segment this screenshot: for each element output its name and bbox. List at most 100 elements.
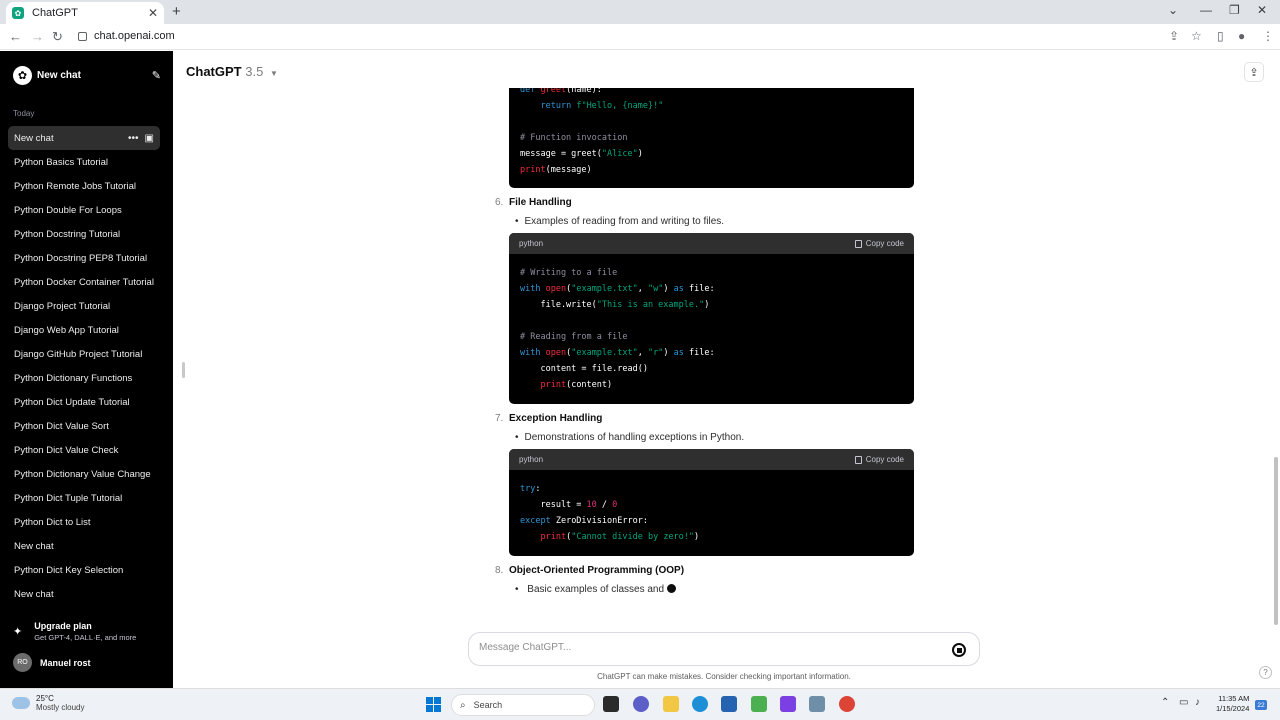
message-input[interactable] — [479, 642, 919, 653]
section-title: File Handling — [509, 197, 572, 208]
chat-item-label: Python Dict Tuple Tutorial — [14, 492, 123, 504]
chat-app-icon[interactable] — [633, 696, 649, 712]
list-number: 6. — [495, 197, 504, 208]
weather-widget[interactable]: 25°C Mostly cloudy — [12, 694, 84, 712]
chat-item[interactable]: Django GitHub Project Tutorial — [8, 342, 160, 366]
tab-title: ChatGPT — [32, 7, 78, 19]
chat-item-label: Python Dict to List — [14, 516, 91, 528]
chat-item[interactable]: Python Double For Loops — [8, 198, 160, 222]
store-icon[interactable] — [721, 696, 737, 712]
list-item-heading: 6. File Handling — [495, 197, 572, 208]
editor-app-icon[interactable] — [751, 696, 767, 712]
profile-icon[interactable]: ● — [1238, 29, 1245, 43]
forward-icon[interactable]: → — [31, 29, 44, 44]
upgrade-title: Upgrade plan — [34, 621, 92, 631]
chat-item[interactable]: Python Docker Container Tutorial — [8, 270, 160, 294]
tab-search-icon[interactable]: ⌄ — [1168, 3, 1178, 17]
sidebar-toggle-handle[interactable] — [182, 362, 185, 378]
bookmark-star-icon[interactable]: ☆ — [1191, 29, 1202, 43]
share-page-icon[interactable]: ⇪ — [1169, 29, 1179, 43]
chat-item[interactable]: Python Dict Update Tutorial — [8, 390, 160, 414]
browser-menu-icon[interactable]: ⋮ — [1262, 29, 1274, 43]
file-explorer-icon[interactable] — [663, 696, 679, 712]
disclaimer-text: ChatGPT can make mistakes. Consider chec… — [597, 672, 851, 681]
window-close-icon[interactable]: ✕ — [1257, 3, 1267, 17]
minimize-icon[interactable]: — — [1200, 3, 1212, 17]
code-content: # Writing to a file with open("example.t… — [520, 268, 715, 390]
scrollbar[interactable] — [1274, 457, 1278, 625]
chat-item[interactable]: Django Project Tutorial — [8, 294, 160, 318]
more-options-icon[interactable]: ••• — [128, 133, 139, 144]
vpn-app-icon[interactable] — [780, 696, 796, 712]
chat-item[interactable]: Python Remote Jobs Tutorial — [8, 174, 160, 198]
chat-item-label: Python Dict Value Sort — [14, 420, 109, 432]
chat-item[interactable]: Python Docstring Tutorial — [8, 222, 160, 246]
url-field[interactable]: chat.openai.com — [78, 30, 175, 42]
chat-item[interactable]: Python Dict Tuple Tutorial — [8, 486, 160, 510]
share-icon[interactable]: ⇪ — [1244, 62, 1264, 82]
list-item-heading: 8. Object-Oriented Programming (OOP) — [495, 565, 684, 576]
chat-item[interactable]: Python Basics Tutorial — [8, 150, 160, 174]
copy-code-button[interactable]: Copy code — [854, 239, 904, 248]
chat-item[interactable]: New chat ••• ▣ — [8, 126, 160, 150]
chatgpt-favicon-icon: ✿ — [12, 7, 24, 19]
network-icon[interactable]: ▭ — [1179, 697, 1188, 708]
copy-code-button[interactable]: Copy code — [854, 455, 904, 464]
typing-cursor-icon — [667, 584, 677, 593]
windows-start-icon[interactable] — [426, 697, 441, 712]
chat-item[interactable]: Python Dictionary Value Change — [8, 462, 160, 486]
clipboard-icon — [854, 455, 862, 464]
archive-icon[interactable]: ▣ — [145, 133, 154, 144]
chat-item-label: Python Dict Value Check — [14, 444, 119, 456]
model-version: 3.5 — [245, 64, 264, 79]
list-number: 8. — [495, 565, 504, 576]
code-block: def greet(name): return f"Hello, {name}!… — [509, 88, 914, 188]
chat-item[interactable]: Python Dictionary Functions — [8, 366, 160, 390]
taskbar-search[interactable]: ⌕ Search — [451, 694, 595, 716]
clipboard-icon — [854, 239, 862, 248]
task-view-icon[interactable] — [603, 696, 619, 712]
chrome-icon[interactable] — [839, 696, 855, 712]
edge-browser-icon[interactable] — [692, 696, 708, 712]
bullet-text: Demonstrations of handling exceptions in… — [515, 432, 745, 443]
list-item-heading: 7. Exception Handling — [495, 413, 602, 424]
chat-item[interactable]: Python Dict Value Check — [8, 438, 160, 462]
model-selector[interactable]: ChatGPT 3.5 ▼ — [186, 64, 278, 79]
user-menu[interactable]: RO Manuel rost — [13, 653, 91, 672]
chat-item[interactable]: Python Dict to List — [8, 510, 160, 534]
help-icon[interactable]: ? — [1259, 666, 1272, 679]
tray-chevron-up-icon[interactable]: ⌃ — [1161, 697, 1169, 708]
image-app-icon[interactable] — [809, 696, 825, 712]
chat-item[interactable]: Python Docstring PEP8 Tutorial — [8, 246, 160, 270]
chat-item[interactable]: Django Web App Tutorial — [8, 318, 160, 342]
side-panel-icon[interactable]: ▯ — [1217, 29, 1224, 43]
new-chat-label: New chat — [37, 69, 81, 81]
stop-generating-button[interactable] — [952, 643, 966, 657]
chat-history-list: New chat ••• ▣ Python Basics Tutorial Py… — [8, 126, 160, 606]
bullet-item: Basic examples of classes and — [515, 584, 677, 595]
upgrade-plan-button[interactable]: ✦ Upgrade plan Get GPT-4, DALL·E, and mo… — [13, 621, 163, 647]
back-icon[interactable]: ← — [9, 29, 22, 44]
clock-date: 1/15/2024 — [1216, 704, 1250, 713]
sidebar-new-chat[interactable]: ✿ New chat ✎ — [13, 65, 161, 85]
code-language: python — [519, 455, 544, 464]
weather-temperature: 25°C — [36, 694, 54, 703]
chat-item[interactable]: Python Dict Value Sort — [8, 414, 160, 438]
new-tab-button[interactable]: + — [172, 3, 181, 20]
windows-taskbar: 25°C Mostly cloudy ⌕ Search ⌃ ▭ ♪ 11:35 … — [0, 688, 1280, 720]
chat-item[interactable]: New chat — [8, 534, 160, 558]
notification-badge[interactable]: 22 — [1255, 700, 1267, 710]
chat-item[interactable]: New chat — [8, 582, 160, 606]
user-name: Manuel rost — [40, 657, 91, 668]
restore-icon[interactable]: ❐ — [1229, 3, 1240, 17]
browser-tab[interactable]: ✿ ChatGPT ✕ — [6, 2, 164, 24]
tab-close-icon[interactable]: ✕ — [148, 6, 158, 20]
section-title: Exception Handling — [509, 413, 603, 424]
reload-icon[interactable]: ↻ — [52, 29, 63, 45]
taskbar-clock[interactable]: 11:35 AM 1/15/2024 — [1216, 694, 1249, 714]
chat-item[interactable]: Python Dict Key Selection — [8, 558, 160, 582]
copy-label: Copy code — [865, 455, 904, 464]
address-bar: ← → ↻ chat.openai.com ⇪ ☆ ▯ ● ⋮ — [0, 24, 1280, 50]
edit-icon[interactable]: ✎ — [152, 69, 161, 82]
volume-icon[interactable]: ♪ — [1195, 697, 1200, 708]
